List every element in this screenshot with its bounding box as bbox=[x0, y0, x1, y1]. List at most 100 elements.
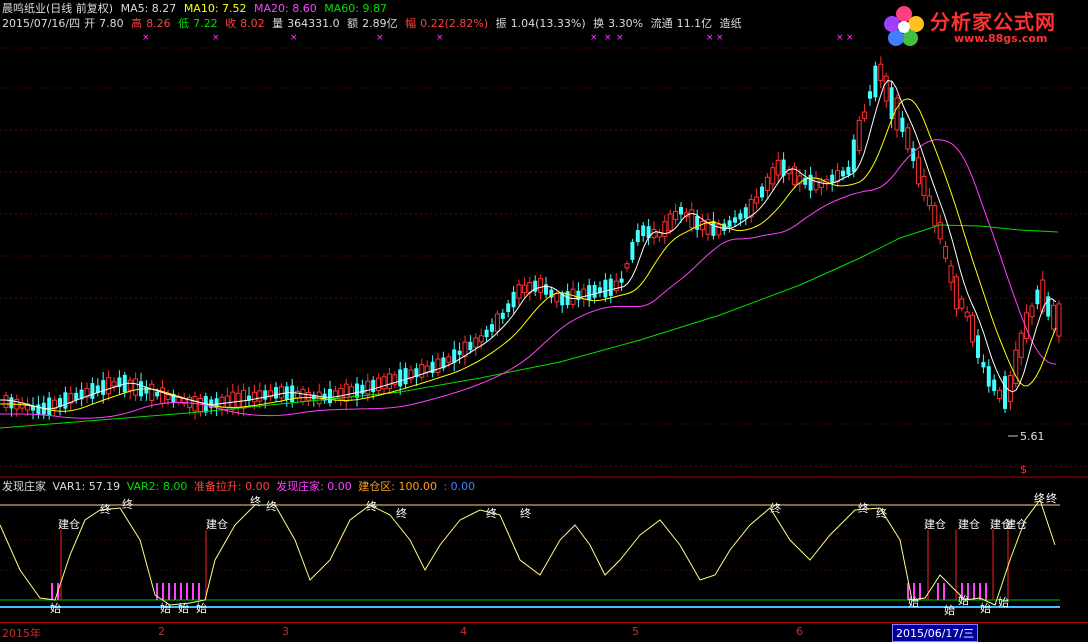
candle-body-down bbox=[738, 213, 743, 220]
cross-mark-icon: × bbox=[836, 33, 844, 43]
end-label: 终 bbox=[122, 497, 133, 511]
cursor-date-label: 2015/06/17/三 bbox=[892, 624, 979, 642]
end-label: 终 bbox=[1034, 491, 1045, 505]
start-label: 始 bbox=[160, 601, 171, 615]
candle-body-down bbox=[360, 384, 365, 394]
candle-body-down bbox=[484, 329, 489, 338]
candle-body-up bbox=[667, 213, 673, 232]
candle-body-down bbox=[981, 361, 986, 368]
end-label: 终 bbox=[266, 499, 277, 513]
candle-body-up bbox=[111, 381, 117, 387]
build-label: 建仓 bbox=[958, 517, 980, 531]
start-label: 始 bbox=[944, 603, 955, 617]
candle-body-down bbox=[355, 383, 359, 398]
axis-month-4: 4 bbox=[460, 625, 467, 638]
axis-month-6: 6 bbox=[796, 625, 803, 638]
candle-body-up bbox=[295, 390, 301, 399]
candle-body-up bbox=[133, 378, 139, 396]
candle-body-down bbox=[808, 174, 813, 191]
candle-body-up bbox=[516, 284, 522, 299]
candle-body-down bbox=[722, 223, 727, 231]
chart-canvas[interactable]: × × × × × × × × × × × × 建仓 建仓 建仓 建仓 建仓建仓始始始始始始始始 始终终终终终终… bbox=[0, 0, 1088, 622]
candlestick-series bbox=[3, 56, 1062, 420]
indicator-labels: 建仓 建仓 建仓 建仓 建仓建仓始始始始始始始始 始终终终终终终终终终终终终终 bbox=[50, 491, 1057, 617]
candle-body-up bbox=[770, 167, 776, 185]
end-label: 终 bbox=[486, 506, 497, 520]
end-label: 终 bbox=[876, 506, 887, 520]
candle-body-up bbox=[883, 75, 889, 102]
candle-body-up bbox=[365, 380, 371, 395]
candle-body-up bbox=[538, 278, 544, 293]
candle-body-up bbox=[305, 392, 311, 401]
date-axis: 2015年 2 3 4 5 6 2015/06/17/三 bbox=[0, 622, 1088, 642]
start-label: 始 bbox=[958, 593, 969, 607]
extra-value: : 0.00 bbox=[443, 480, 476, 493]
ma20-line bbox=[0, 139, 1057, 419]
ma10-line bbox=[0, 98, 1057, 412]
candle-body-up bbox=[241, 389, 247, 409]
candle-body-up bbox=[716, 224, 722, 236]
candle-body-up bbox=[878, 63, 884, 82]
candle-body-up bbox=[916, 157, 922, 185]
candle-body-up bbox=[970, 314, 976, 343]
candle-body-up bbox=[689, 209, 695, 229]
candle-body-down bbox=[371, 379, 376, 393]
candle-body-down bbox=[679, 207, 683, 215]
candle-body-down bbox=[992, 379, 997, 392]
candle-body-down bbox=[1003, 376, 1007, 409]
candle-body-up bbox=[424, 365, 430, 373]
find-dealer-value: 发现庄家: 0.00 bbox=[276, 480, 352, 493]
candle-body-up bbox=[494, 313, 500, 332]
start-label: 始 bbox=[980, 601, 991, 615]
candle-body-up bbox=[926, 195, 932, 207]
candle-body-down bbox=[873, 65, 878, 98]
candle-body-down bbox=[889, 87, 894, 120]
candle-body-up bbox=[656, 232, 662, 238]
build-zone-value: 建仓区: 100.00 bbox=[358, 480, 437, 493]
candle-body-down bbox=[47, 397, 52, 416]
candle-body-up bbox=[775, 159, 781, 176]
candle-body-down bbox=[452, 349, 457, 363]
candle-body-up bbox=[165, 394, 171, 400]
candle-body-down bbox=[9, 397, 14, 409]
candle-body-down bbox=[511, 291, 516, 308]
end-label: 终 bbox=[100, 502, 111, 516]
low-price-label: 5.61 bbox=[1020, 430, 1045, 443]
candle-body-down bbox=[290, 385, 295, 403]
candle-body-down bbox=[695, 215, 700, 230]
candle-body-up bbox=[673, 210, 679, 221]
candle-body-down bbox=[328, 388, 332, 404]
candle-body-down bbox=[506, 303, 511, 312]
dollar-mark: $ bbox=[1020, 463, 1027, 476]
indicator-name[interactable]: 发现庄家 bbox=[2, 480, 46, 493]
cross-mark-icon: × bbox=[142, 33, 150, 43]
end-label: 终 bbox=[770, 501, 781, 515]
signal-cross-marks: × × × × × × × × × × × × bbox=[142, 33, 854, 43]
build-label: 建仓 bbox=[206, 517, 228, 531]
candle-body-up bbox=[349, 386, 355, 398]
end-label: 终 bbox=[520, 506, 531, 520]
build-label: 建仓 bbox=[1005, 517, 1027, 531]
candle-body-down bbox=[743, 207, 748, 219]
candle-body-up bbox=[278, 386, 284, 399]
candle-body-down bbox=[74, 392, 79, 400]
candle-body-down bbox=[403, 368, 408, 385]
candle-body-up bbox=[251, 391, 257, 403]
candle-body-up bbox=[964, 311, 970, 318]
var1-value: VAR1: 57.19 bbox=[52, 480, 121, 493]
candle-body-down bbox=[592, 284, 597, 298]
candle-body-down bbox=[263, 390, 268, 400]
end-label: 终 bbox=[858, 501, 869, 515]
candle-body-up bbox=[1051, 304, 1057, 330]
candle-body-up bbox=[624, 263, 630, 269]
candle-body-up bbox=[700, 221, 706, 231]
cross-mark-icon: × bbox=[212, 33, 220, 43]
var2-value: VAR2: 8.00 bbox=[126, 480, 188, 493]
candle-body-up bbox=[581, 288, 587, 300]
candle-body-up bbox=[554, 292, 560, 303]
cross-mark-icon: × bbox=[706, 33, 714, 43]
candle-body-up bbox=[932, 205, 938, 227]
candle-body-down bbox=[851, 139, 856, 172]
candle-body-up bbox=[997, 389, 1003, 399]
candle-body-down bbox=[733, 217, 737, 223]
